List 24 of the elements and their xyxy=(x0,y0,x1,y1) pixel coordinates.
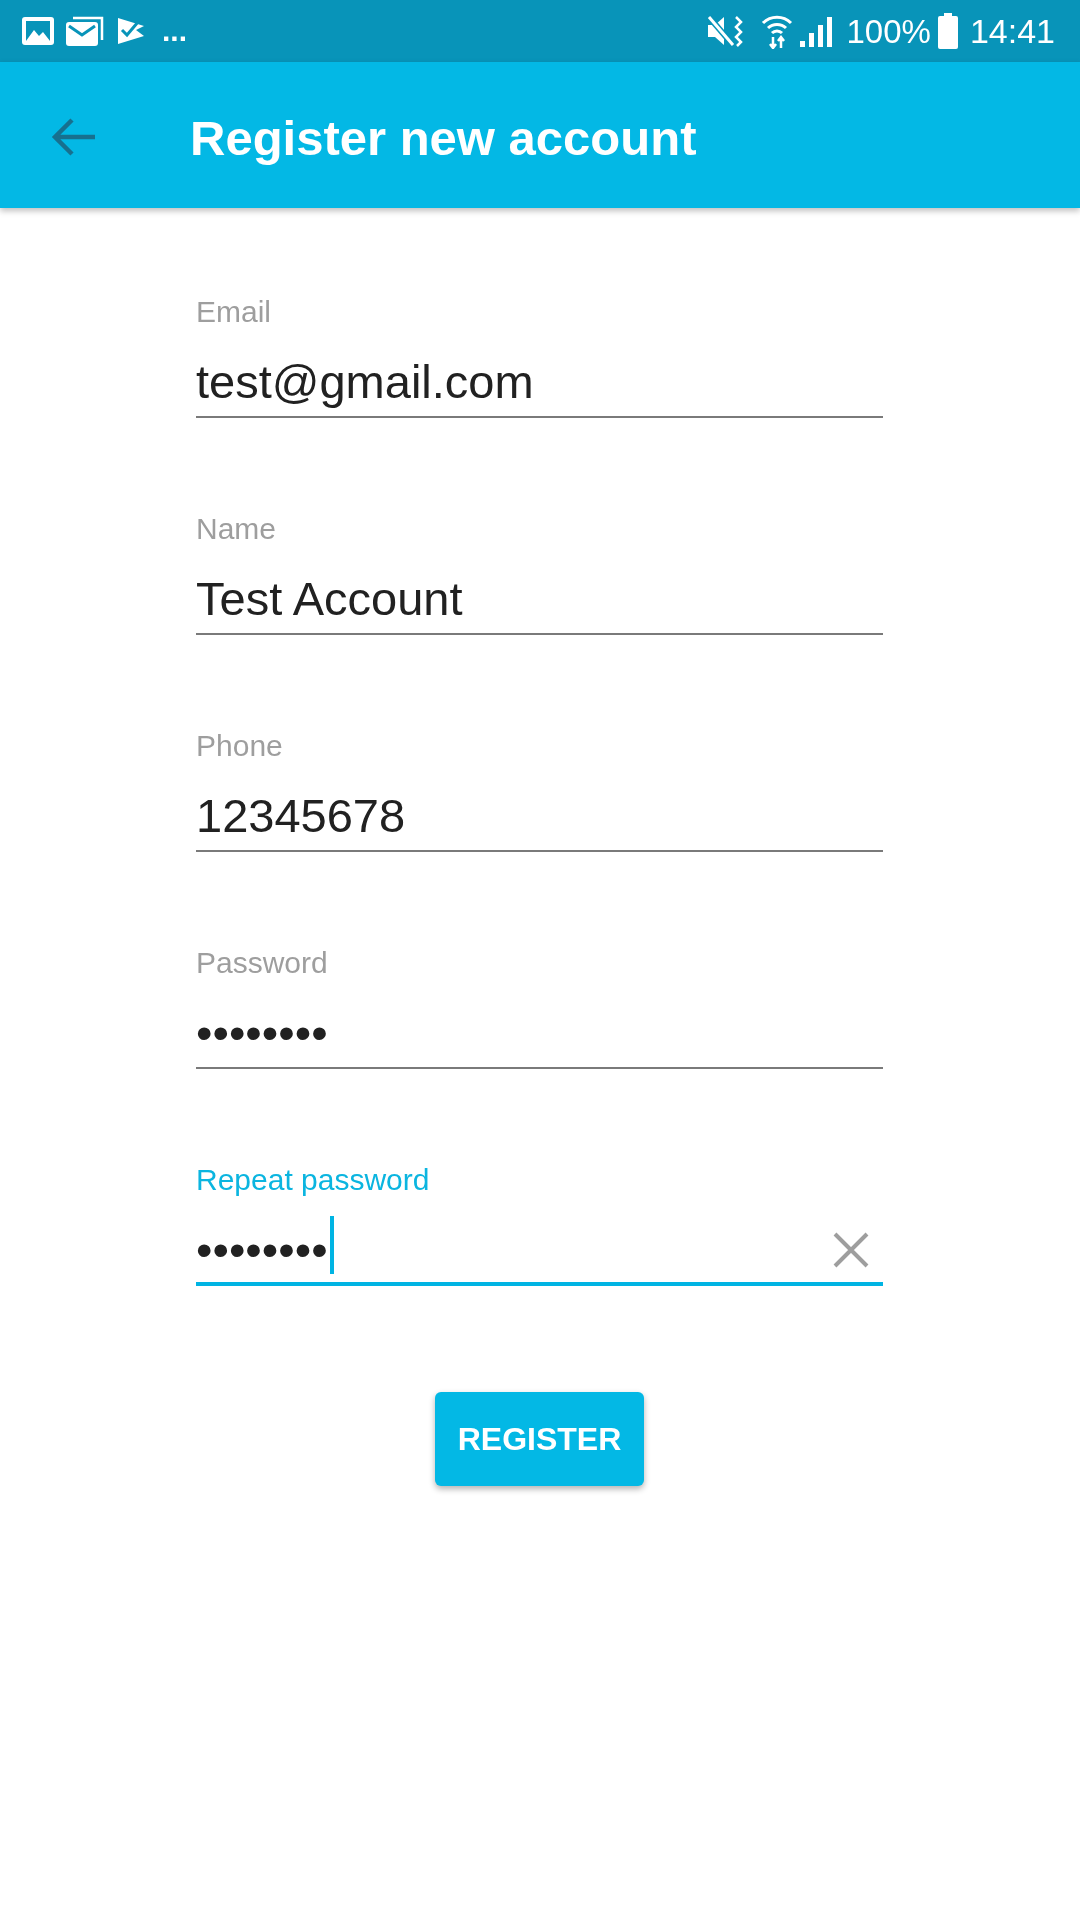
battery-icon xyxy=(937,13,958,49)
field-label: Name xyxy=(196,511,278,547)
text-cursor xyxy=(329,1216,334,1274)
text-field[interactable]: Test Account xyxy=(196,572,883,635)
back-arrow-icon[interactable] xyxy=(51,117,96,157)
text-field[interactable]: •••••••• xyxy=(196,1223,883,1286)
battery-percent: 100% xyxy=(846,14,931,48)
screen-title: Register new account xyxy=(190,113,697,163)
mail-icon xyxy=(66,16,104,46)
text-field[interactable]: 12345678 xyxy=(196,789,883,852)
field-label: Password xyxy=(196,945,329,981)
mute-vibrate-icon xyxy=(705,13,744,49)
signal-icon xyxy=(799,15,835,47)
text-field[interactable]: •••••••• xyxy=(196,1006,883,1069)
text-field[interactable]: test@gmail.com xyxy=(196,355,883,418)
checklist-icon xyxy=(116,16,146,46)
clock-time: 14:41 xyxy=(969,14,1055,48)
field-label: Phone xyxy=(196,728,284,764)
field-label: Email xyxy=(196,294,272,330)
wifi-icon xyxy=(760,13,793,49)
field-label: Repeat password xyxy=(196,1162,431,1198)
clear-icon[interactable] xyxy=(833,1232,869,1268)
more-notifications: ... xyxy=(162,16,187,46)
image-icon xyxy=(22,17,54,45)
